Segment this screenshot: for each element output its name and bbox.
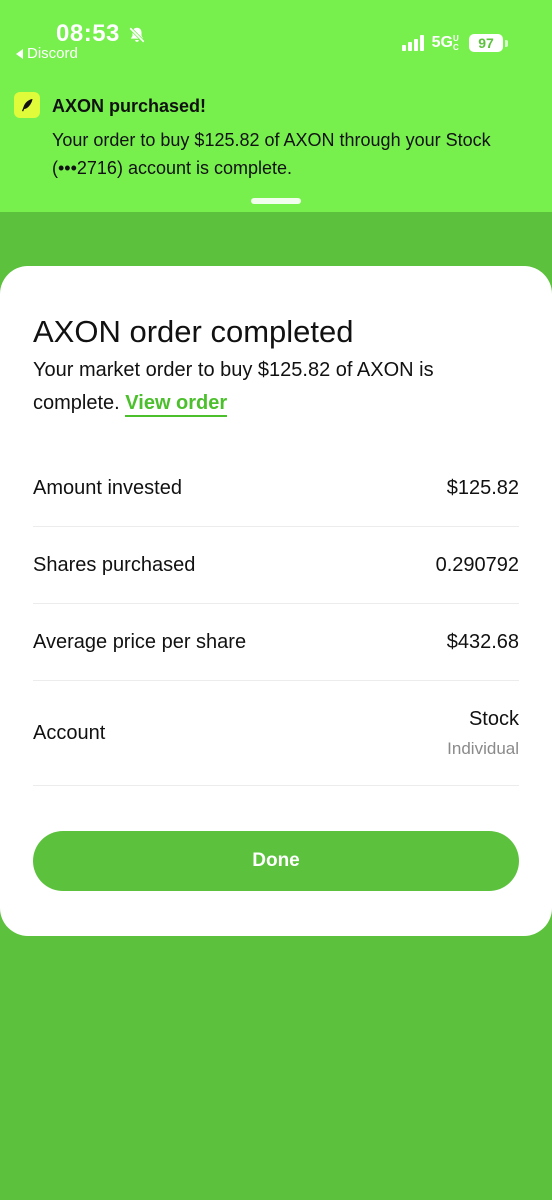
network-type: 5GUC — [431, 34, 459, 52]
view-order-link[interactable]: View order — [125, 392, 228, 417]
card-title: AXON order completed — [33, 314, 354, 349]
detail-value: Stock — [468, 707, 519, 730]
back-to-app-link[interactable]: Discord — [16, 45, 78, 62]
detail-label: Average price per share — [33, 630, 247, 653]
cellular-signal-icon — [401, 35, 424, 51]
done-button[interactable]: Done — [33, 831, 519, 891]
detail-subvalue: Individual — [447, 738, 519, 758]
banner-grabber-handle[interactable] — [251, 198, 301, 204]
card-description: Your market order to buy $125.82 of AXON… — [33, 354, 513, 420]
feather-icon — [22, 99, 33, 112]
detail-label: Amount invested — [33, 476, 182, 499]
back-app-label: Discord — [27, 45, 78, 62]
status-time: 08:53 — [56, 20, 120, 47]
order-completed-card: AXON order completed Your market order t… — [0, 266, 552, 936]
detail-value: $432.68 — [446, 630, 519, 653]
detail-value: 0.290792 — [435, 553, 519, 576]
account-value: Stock Individual — [447, 708, 519, 759]
detail-label: Shares purchased — [33, 553, 196, 576]
detail-row-average-price: Average price per share $432.68 — [33, 604, 519, 681]
battery-level: 97 — [469, 34, 503, 52]
battery-icon: 97 — [469, 34, 508, 52]
detail-row-shares-purchased: Shares purchased 0.290792 — [33, 527, 519, 604]
notification-title: AXON purchased! — [52, 96, 207, 116]
back-triangle-icon — [16, 48, 23, 59]
notification-body: Your order to buy $125.82 of AXON throug… — [52, 130, 491, 178]
order-details: Amount invested $125.82 Shares purchased… — [33, 450, 519, 786]
bell-slash-icon — [129, 27, 145, 43]
detail-value: $125.82 — [446, 476, 519, 499]
detail-label: Account — [33, 721, 106, 744]
status-indicators: 5GUC 97 — [401, 34, 508, 52]
description-text: Your market order to buy $125.82 of AXON… — [33, 359, 434, 414]
robinhood-feather-icon — [14, 92, 40, 118]
detail-row-amount-invested: Amount invested $125.82 — [33, 450, 519, 527]
notification-banner[interactable]: 08:53 Discord 5GUC 97 AXON purchased! Yo… — [0, 0, 552, 212]
detail-row-account: Account Stock Individual — [33, 681, 519, 786]
